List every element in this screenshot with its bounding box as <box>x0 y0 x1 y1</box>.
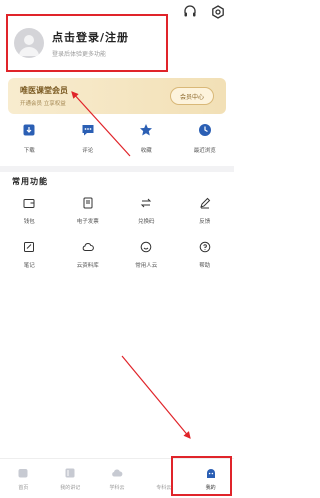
arrow-to-mine-tab <box>121 355 191 439</box>
contacts-icon <box>139 240 153 254</box>
exchange-icon <box>139 196 153 210</box>
notes-icon <box>63 466 77 480</box>
quick-comment[interactable]: 评论 <box>59 122 118 154</box>
quick-download[interactable]: 下载 <box>0 122 59 154</box>
function-grid: 钱包 电子发票 兑换码 反馈 笔记 云资料库 常用人云 帮助 <box>0 196 234 284</box>
tab-specialty-cloud[interactable]: 专科云 <box>140 459 187 498</box>
function-exchange[interactable]: 兑换码 <box>117 196 176 232</box>
quick-label: 收藏 <box>140 148 152 154</box>
specialty-icon <box>157 466 171 480</box>
quick-label: 评论 <box>82 148 94 154</box>
quick-favorites[interactable]: 收藏 <box>117 122 176 154</box>
settings-icon[interactable] <box>210 4 226 20</box>
profile-icon <box>204 466 218 480</box>
function-help[interactable]: 帮助 <box>176 240 235 276</box>
invoice-icon <box>81 196 95 210</box>
tab-subject-cloud[interactable]: 学科云 <box>94 459 141 498</box>
headset-icon[interactable] <box>182 4 198 20</box>
note-icon <box>22 240 36 254</box>
download-icon <box>21 122 37 138</box>
function-label: 云资料库 <box>76 263 99 269</box>
tab-label: 我的 <box>205 485 216 491</box>
cloud-icon <box>81 240 95 254</box>
star-icon <box>138 122 154 138</box>
function-label: 笔记 <box>23 263 35 269</box>
quick-actions: 下载 评论 收藏 最近浏览 <box>0 122 234 154</box>
tab-label: 首页 <box>18 485 29 491</box>
top-bar <box>182 4 226 20</box>
login-hint: 登录后体验更多功能 <box>52 50 107 58</box>
avatar[interactable] <box>14 28 44 58</box>
tab-label: 学科云 <box>109 485 125 491</box>
quick-recent[interactable]: 最近浏览 <box>176 122 235 154</box>
function-wallet[interactable]: 钱包 <box>0 196 59 232</box>
function-label: 帮助 <box>199 263 211 269</box>
function-label: 兑换码 <box>137 219 155 225</box>
tab-label: 专科云 <box>156 485 172 491</box>
home-icon <box>16 466 30 480</box>
function-label: 钱包 <box>23 219 35 225</box>
function-label: 反馈 <box>199 219 211 225</box>
function-cloud-library[interactable]: 云资料库 <box>59 240 118 276</box>
function-notes[interactable]: 笔记 <box>0 240 59 276</box>
function-label: 电子发票 <box>76 219 99 225</box>
function-feedback[interactable]: 反馈 <box>176 196 235 232</box>
function-invoice[interactable]: 电子发票 <box>59 196 118 232</box>
tab-mine[interactable]: 我的 <box>187 459 234 498</box>
bottom-tab-bar: 首页 我的讲记 学科云 专科云 我的 <box>0 458 234 498</box>
tab-home[interactable]: 首页 <box>0 459 47 498</box>
clock-icon <box>197 122 213 138</box>
tab-label: 我的讲记 <box>60 485 81 491</box>
vip-title: 唯医课堂会员 <box>20 86 68 95</box>
divider <box>0 166 234 172</box>
function-label: 常用人云 <box>135 263 158 269</box>
comment-icon <box>80 122 96 138</box>
section-title: 常用功能 <box>12 177 48 186</box>
feedback-icon <box>198 196 212 210</box>
vip-center-button[interactable]: 会员中心 <box>170 87 214 105</box>
login-register-label[interactable]: 点击登录/注册 <box>52 29 129 45</box>
vip-subtitle: 开通会员 立享权益 <box>20 101 66 107</box>
tab-my-notes[interactable]: 我的讲记 <box>47 459 94 498</box>
vip-banner[interactable]: 唯医课堂会员 开通会员 立享权益 会员中心 <box>8 78 226 114</box>
login-register-area[interactable]: 点击登录/注册 登录后体验更多功能 <box>6 14 168 72</box>
quick-label: 最近浏览 <box>193 148 216 154</box>
quick-label: 下载 <box>23 148 35 154</box>
help-icon <box>198 240 212 254</box>
function-contacts[interactable]: 常用人云 <box>117 240 176 276</box>
cloud-tab-icon <box>110 466 124 480</box>
wallet-icon <box>22 196 36 210</box>
